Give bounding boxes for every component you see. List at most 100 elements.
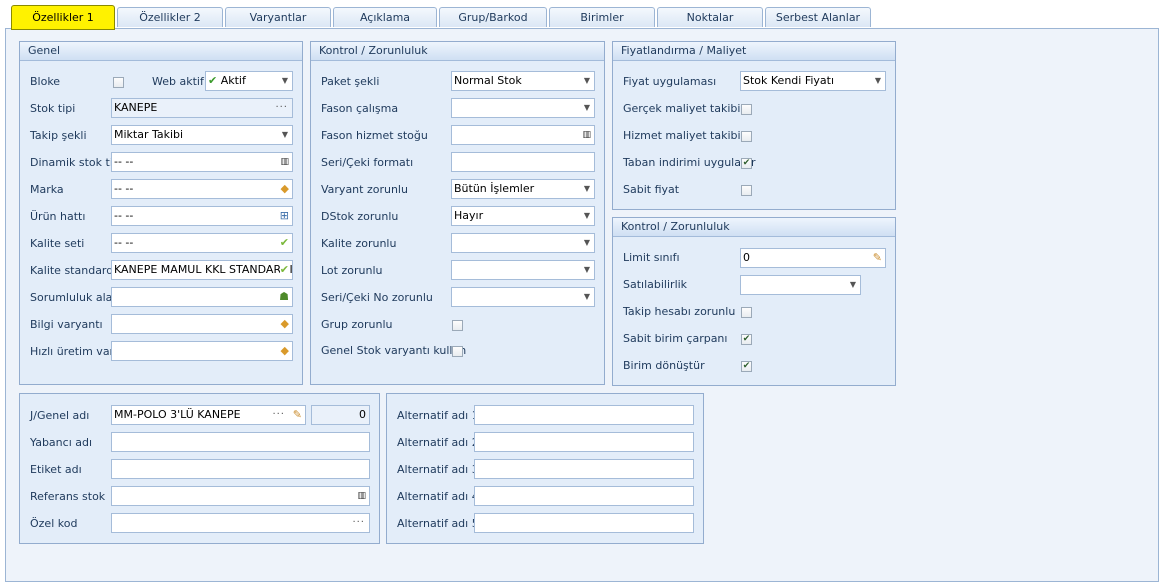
grup-zorunlu-checkbox[interactable] xyxy=(452,320,463,331)
gercek-maliyet-checkbox[interactable] xyxy=(741,104,752,115)
fason-hizmet-field[interactable]: ▥ xyxy=(451,125,595,145)
people-icon[interactable]: ☗ xyxy=(279,289,289,305)
marka-value: -- -- xyxy=(114,182,134,195)
web-aktif-value: Aktif xyxy=(220,74,246,87)
tab-serbest-alanlar[interactable]: Serbest Alanlar xyxy=(765,7,871,27)
fiyat-uygulamasi-select[interactable]: Stok Kendi Fiyatı ▼ xyxy=(740,71,886,91)
chevron-down-icon[interactable]: ▼ xyxy=(875,72,881,90)
ozel-kod-field[interactable]: ... xyxy=(111,513,370,533)
ellipsis-icon[interactable]: ... xyxy=(275,99,288,114)
genel-panel-title: Genel xyxy=(20,42,302,61)
tab-ozellikler-1[interactable]: Özellikler 1 xyxy=(11,5,115,30)
takip-sekli-select[interactable]: Miktar Takibi ▼ xyxy=(111,125,293,145)
seri-format-field[interactable] xyxy=(451,152,595,172)
ellipsis-icon[interactable]: ... xyxy=(352,514,365,529)
alternatif-adi-1-field[interactable] xyxy=(474,405,694,425)
urun-hatti-label: Ürün hattı xyxy=(30,210,86,223)
paket-sekli-value: Normal Stok xyxy=(454,74,522,87)
dstok-zorunlu-label: DStok zorunlu xyxy=(321,210,399,223)
hizmet-maliyet-checkbox[interactable] xyxy=(741,131,752,142)
tab-varyantlar[interactable]: Varyantlar xyxy=(225,7,331,27)
alternatif-adi-4-field[interactable] xyxy=(474,486,694,506)
adlar-panel: J/Genel adı MM-POLO 3'LÜ KANEPE ... ✎ 0 … xyxy=(19,393,380,544)
genel-adi-label: J/Genel adı xyxy=(30,409,90,422)
referans-stok-label: Referans stok xyxy=(30,490,106,503)
chevron-down-icon[interactable]: ▼ xyxy=(584,234,590,252)
varyant-zorunlu-select[interactable]: Bütün İşlemler ▼ xyxy=(451,179,595,199)
birim-donustur-checkbox[interactable]: ✔ xyxy=(741,361,752,372)
sorumluluk-alani-field[interactable]: ☗ xyxy=(111,287,293,307)
takip-hesabi-checkbox[interactable] xyxy=(741,307,752,318)
barcode-icon[interactable]: ▥ xyxy=(357,488,366,504)
gercek-maliyet-label: Gerçek maliyet takibi xyxy=(623,102,741,115)
kontrol-panel: Kontrol / Zorunluluk Paket şekli Normal … xyxy=(310,41,605,385)
bilgi-varyanti-field[interactable]: ◆ xyxy=(111,314,293,334)
alternatif-adi-5-field[interactable] xyxy=(474,513,694,533)
tab-ozellikler-2[interactable]: Özellikler 2 xyxy=(117,7,223,27)
chevron-down-icon[interactable]: ▼ xyxy=(584,72,590,90)
bilgi-varyanti-label: Bilgi varyantı xyxy=(30,318,103,331)
marka-field[interactable]: -- -- ◆ xyxy=(111,179,293,199)
referans-stok-field[interactable]: ▥ xyxy=(111,486,370,506)
alternatif-adi-3-field[interactable] xyxy=(474,459,694,479)
limit-sinifi-field[interactable]: 0 ✎ xyxy=(740,248,886,268)
dinamik-stok-tipi-field[interactable]: -- -- ▥ xyxy=(111,152,293,172)
seri-no-zorunlu-select[interactable]: ▼ xyxy=(451,287,595,307)
kalite-standardi-field[interactable]: KANEPE MAMUL KKL STANDARDI ✔ xyxy=(111,260,293,280)
chevron-down-icon[interactable]: ▼ xyxy=(584,180,590,198)
eraser-icon[interactable]: ◆ xyxy=(281,181,289,197)
sabit-fiyat-checkbox[interactable] xyxy=(741,185,752,196)
lot-zorunlu-label: Lot zorunlu xyxy=(321,264,383,277)
tab-birimler[interactable]: Birimler xyxy=(549,7,655,27)
tab-aciklama[interactable]: Açıklama xyxy=(333,7,437,27)
bloke-checkbox[interactable] xyxy=(113,77,124,88)
etiket-adi-label: Etiket adı xyxy=(30,463,82,476)
sabit-birim-checkbox[interactable]: ✔ xyxy=(741,334,752,345)
birim-donustur-label: Birim dönüştür xyxy=(623,359,705,372)
dstok-zorunlu-select[interactable]: Hayır ▼ xyxy=(451,206,595,226)
edit-icon[interactable]: ✎ xyxy=(293,407,302,423)
satilabilirlik-select[interactable]: ▼ xyxy=(740,275,861,295)
limit-sinifi-value: 0 xyxy=(743,251,750,264)
tree-icon[interactable]: ⊞ xyxy=(280,208,289,224)
kalite-zorunlu-select[interactable]: ▼ xyxy=(451,233,595,253)
chevron-down-icon[interactable]: ▼ xyxy=(584,99,590,117)
genel-stok-varyanti-checkbox[interactable] xyxy=(452,346,463,357)
fiyat-uygulamasi-value: Stok Kendi Fiyatı xyxy=(743,74,835,87)
chevron-down-icon[interactable]: ▼ xyxy=(282,72,288,90)
paket-sekli-select[interactable]: Normal Stok ▼ xyxy=(451,71,595,91)
chevron-down-icon[interactable]: ▼ xyxy=(584,207,590,225)
chevron-down-icon[interactable]: ▼ xyxy=(584,261,590,279)
genel-adi-value: MM-POLO 3'LÜ KANEPE xyxy=(114,408,241,421)
eraser-icon[interactable]: ◆ xyxy=(281,343,289,359)
chevron-down-icon[interactable]: ▼ xyxy=(282,126,288,144)
alternatif-adi-2-field[interactable] xyxy=(474,432,694,452)
yabanci-adi-field[interactable] xyxy=(111,432,370,452)
ellipsis-icon[interactable]: ... xyxy=(272,406,285,421)
eraser-icon[interactable]: ◆ xyxy=(281,316,289,332)
hizli-uretim-field[interactable]: ◆ xyxy=(111,341,293,361)
stok-tipi-field[interactable]: KANEPE ... xyxy=(111,98,293,118)
green-check-icon[interactable]: ✔ xyxy=(279,262,289,278)
chevron-down-icon[interactable]: ▼ xyxy=(584,288,590,306)
barcode-icon[interactable]: ▥ xyxy=(280,154,289,170)
lot-zorunlu-select[interactable]: ▼ xyxy=(451,260,595,280)
tab-noktalar[interactable]: Noktalar xyxy=(657,7,763,27)
tab-grup-barkod[interactable]: Grup/Barkod xyxy=(439,7,547,27)
taban-indirimi-checkbox[interactable]: ✔ xyxy=(741,158,752,169)
kalite-seti-field[interactable]: -- -- ✔ xyxy=(111,233,293,253)
ozel-kod-label: Özel kod xyxy=(30,517,78,530)
urun-hatti-value: -- -- xyxy=(114,209,134,222)
etiket-adi-field[interactable] xyxy=(111,459,370,479)
web-aktif-select[interactable]: ✔ Aktif ▼ xyxy=(205,71,293,91)
green-check-icon[interactable]: ✔ xyxy=(280,235,289,251)
urun-hatti-field[interactable]: -- -- ⊞ xyxy=(111,206,293,226)
fason-calisma-select[interactable]: ▼ xyxy=(451,98,595,118)
kalite-zorunlu-label: Kalite zorunlu xyxy=(321,237,397,250)
genel-adi-field[interactable]: MM-POLO 3'LÜ KANEPE ... ✎ xyxy=(111,405,306,425)
chevron-down-icon[interactable]: ▼ xyxy=(850,276,856,294)
fason-hizmet-label: Fason hizmet stoğu xyxy=(321,129,428,142)
edit-icon[interactable]: ✎ xyxy=(873,250,882,266)
hizli-uretim-label: Hızlı üretim vary xyxy=(30,345,121,358)
barcode-icon[interactable]: ▥ xyxy=(582,127,591,143)
